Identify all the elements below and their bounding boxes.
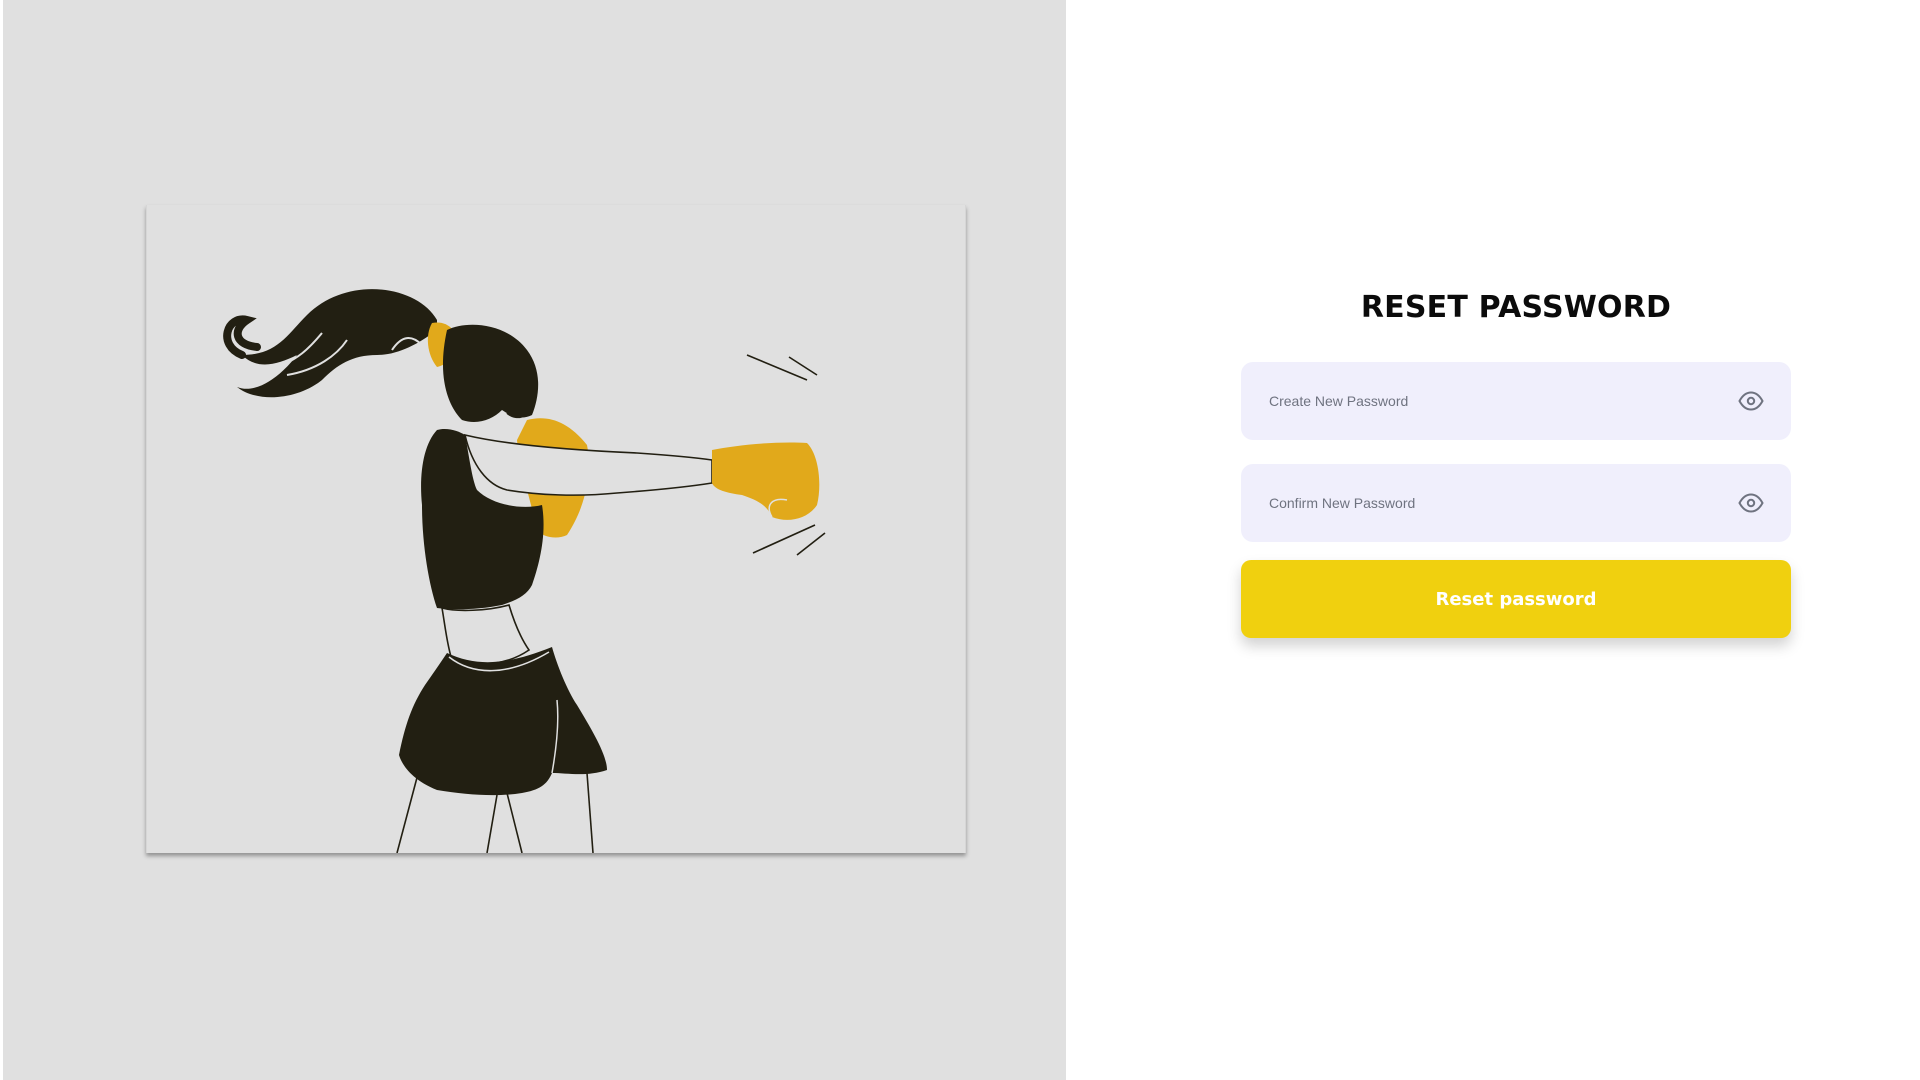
confirm-password-input[interactable]: [1241, 464, 1791, 542]
reset-password-form: RESET PASSWORD Reset password: [1241, 288, 1791, 638]
ponytail: [237, 289, 437, 398]
midriff: [440, 604, 531, 665]
new-password-field: [1241, 362, 1791, 440]
form-panel: RESET PASSWORD Reset password: [1066, 0, 1920, 1080]
extended-arm: [463, 433, 713, 496]
front-glove: [712, 442, 820, 520]
boxer-woman-illustration: [223, 289, 826, 853]
eye-icon[interactable]: [1738, 493, 1764, 513]
illustration-card: [146, 205, 966, 853]
new-password-input[interactable]: [1241, 362, 1791, 440]
confirm-password-field: [1241, 464, 1791, 542]
eye-icon[interactable]: [1738, 391, 1764, 411]
head: [442, 324, 539, 422]
page-title: RESET PASSWORD: [1360, 290, 1672, 325]
illustration-panel: [3, 0, 1066, 1080]
reset-password-button[interactable]: Reset password: [1241, 560, 1791, 638]
reset-password-page: RESET PASSWORD Reset password: [0, 0, 1920, 1080]
